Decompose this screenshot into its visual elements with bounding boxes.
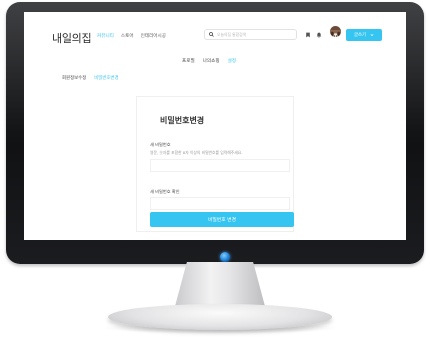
tab-change-password[interactable]: 비밀번호변경: [94, 75, 118, 81]
avatar[interactable]: [330, 26, 341, 37]
search-input[interactable]: [217, 32, 295, 37]
main-nav: 커뮤니티 스토어 인테리어시공: [97, 33, 166, 39]
bookmark-icon[interactable]: [305, 32, 311, 38]
monitor-frame: 내일의집 커뮤니티 스토어 인테리어시공 오늘의집 통합검색 글쓰기 프로필 나…: [6, 2, 424, 264]
write-button[interactable]: 글쓰기: [346, 29, 382, 41]
search-icon: [209, 32, 214, 37]
monitor-stand-neck: [174, 262, 266, 310]
nav-item-interior[interactable]: 인테리어시공: [141, 33, 166, 39]
bell-icon[interactable]: [316, 32, 322, 38]
tab-my-shopping[interactable]: 나의쇼핑: [203, 58, 220, 64]
settings-tabs: 회원정보수정 비밀번호변경: [62, 75, 119, 81]
confirm-password-field[interactable]: [150, 197, 290, 217]
power-light-icon: [220, 252, 230, 262]
form-title: 비밀번호변경: [160, 116, 205, 125]
write-button-label: 글쓰기: [353, 33, 367, 38]
tab-profile[interactable]: 프로필: [182, 58, 195, 64]
new-password-field[interactable]: [150, 159, 290, 179]
nav-item-community[interactable]: 커뮤니티: [97, 33, 114, 39]
new-password-input[interactable]: [151, 168, 289, 179]
monitor-screen: 내일의집 커뮤니티 스토어 인테리어시공 오늘의집 통합검색 글쓰기 프로필 나…: [24, 12, 406, 240]
new-password-label: 새 비밀번호: [150, 142, 171, 147]
password-change-card: 비밀번호변경 새 비밀번호 영문, 숫자를 포함한 8자 이상의 비밀번호를 입…: [136, 96, 294, 232]
dog-avatar-icon: [330, 30, 341, 37]
brand-logo[interactable]: 내일의집: [52, 30, 92, 46]
chevron-down-icon: [370, 34, 374, 37]
confirm-password-label: 새 비밀번호 확인: [150, 189, 180, 194]
tab-settings[interactable]: 설정: [228, 58, 236, 64]
change-password-button[interactable]: 비밀번호 변경: [150, 212, 294, 227]
search-box[interactable]: [204, 29, 297, 40]
tab-edit-profile[interactable]: 회원정보수정: [62, 75, 86, 81]
nav-item-store[interactable]: 스토어: [121, 33, 134, 39]
new-password-hint: 영문, 숫자를 포함한 8자 이상의 비밀번호를 입력해주세요.: [150, 150, 243, 155]
profile-subnav: 프로필 나의쇼핑 설정: [182, 58, 236, 64]
monitor-stand-base: [108, 304, 332, 330]
